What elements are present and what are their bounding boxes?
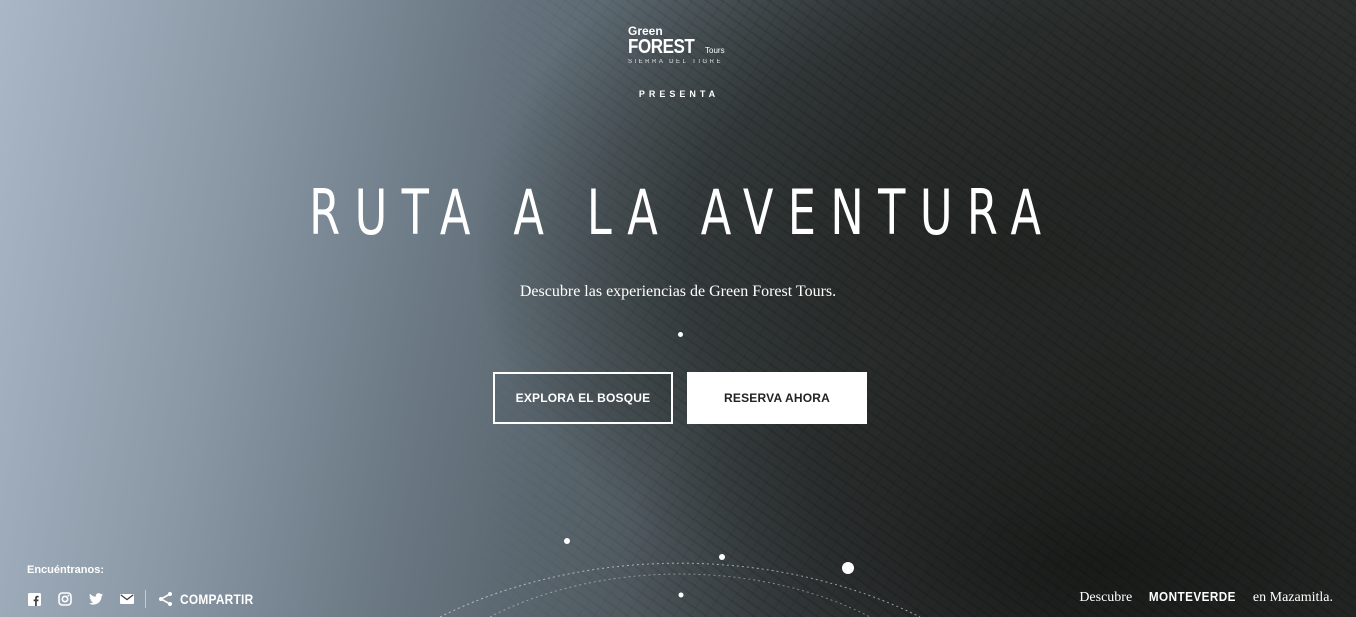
share-icon (159, 592, 172, 606)
hero-title: RUTA A LA AVENTURA (309, 176, 1056, 249)
facebook-icon[interactable] (27, 592, 41, 606)
decorative-dot (678, 332, 683, 337)
divider (145, 590, 146, 608)
green-forest-logo[interactable]: Green FOREST Tours SIERRA DEL TIGRE (628, 25, 732, 65)
email-icon[interactable] (120, 592, 134, 606)
instagram-icon[interactable] (58, 592, 72, 606)
logo-line-tours: Tours (705, 46, 725, 55)
social-bar: COMPARTIR (27, 589, 266, 609)
hero-subtitle: Descubre las experiencias de Green Fores… (519, 283, 837, 300)
share-button[interactable]: COMPARTIR (158, 591, 266, 607)
explore-forest-button[interactable]: EXPLORA EL BOSQUE (493, 372, 673, 424)
twitter-icon[interactable] (89, 592, 103, 606)
discover-suffix: en Mazamitla. (1252, 590, 1333, 605)
share-label: COMPARTIR (180, 591, 254, 607)
logo-line-sierra: SIERRA DEL TIGRE (628, 59, 724, 65)
logo-line-forest: FOREST (628, 36, 695, 58)
discover-prefix: Descubre (1079, 590, 1133, 605)
discover-monteverde-link[interactable]: Descubre MONTEVERDE en Mazamitla. (1079, 589, 1333, 606)
monteverde-brand: MONTEVERDE (1149, 589, 1237, 604)
presenta-label: PRESENTA (638, 89, 720, 99)
reserve-now-button[interactable]: RESERVA AHORA (687, 372, 867, 424)
find-us-label: Encuéntranos: (27, 564, 105, 576)
